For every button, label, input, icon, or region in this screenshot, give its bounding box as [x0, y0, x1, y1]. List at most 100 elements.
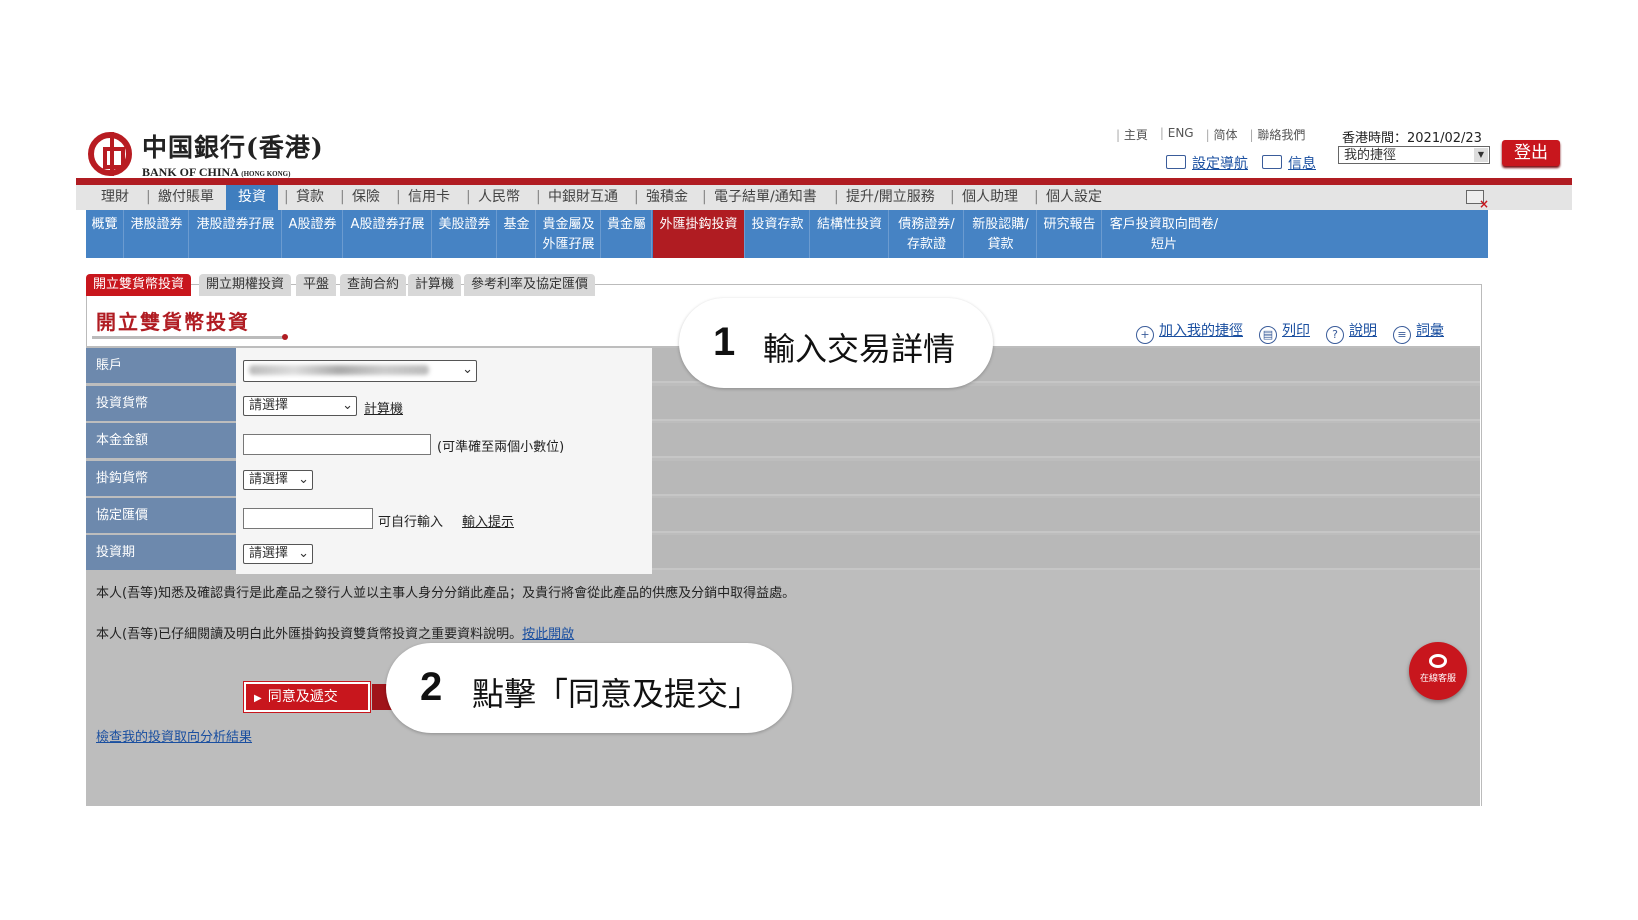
logo-english: BANK OF CHINA	[142, 165, 239, 179]
tab-close-position[interactable]: 平盤	[296, 274, 337, 296]
chevron-down-icon: ⌄	[298, 546, 309, 561]
main-tab-boc-connect[interactable]: 中銀財互通	[536, 185, 618, 210]
sub-tab-metal-fx-margin[interactable]: 貴金屬及 外匯孖展	[537, 210, 601, 258]
chevron-down-icon: ⌄	[298, 472, 309, 487]
hide-nav-icon[interactable]	[1466, 190, 1489, 211]
shortcut-select[interactable]: 我的捷徑 ▼	[1338, 146, 1490, 164]
main-tab-mpf[interactable]: 強積金	[634, 185, 688, 210]
chevron-down-icon: ▼	[1474, 148, 1488, 162]
nav-setting-icon	[1166, 155, 1186, 169]
risk-profile-link[interactable]: 檢查我的投資取向分析結果	[96, 726, 252, 745]
sub-tab-a-shares[interactable]: A股證券	[283, 210, 343, 258]
top-links: 主頁 ENG 简体 聯絡我們	[1116, 126, 1305, 143]
message-link[interactable]: 信息	[1288, 156, 1316, 172]
tab-enquiry[interactable]: 查詢合約	[340, 274, 407, 296]
logout-button[interactable]: 登出	[1502, 140, 1560, 166]
print-icon: ▤	[1259, 326, 1277, 344]
sub-tab-research[interactable]: 研究報告	[1038, 210, 1102, 258]
calculator-link[interactable]: 計算機	[364, 398, 403, 417]
help-icon: ?	[1326, 326, 1344, 344]
callout-1-text: 輸入交易詳情	[763, 330, 956, 368]
sub-tab-investment-deposit[interactable]: 投資存款	[746, 210, 810, 258]
main-tab-assistant[interactable]: 個人助理	[950, 185, 1018, 210]
input-tip-link[interactable]: 輸入提示	[462, 511, 514, 530]
logo-chinese: 中国銀行(香港)	[142, 133, 324, 162]
currency-select[interactable]: 請選擇 ⌄	[243, 396, 357, 416]
main-tab-estatement[interactable]: 電子結單/通知書	[702, 185, 817, 210]
main-tab-loans[interactable]: 貸款	[284, 185, 324, 210]
account-select[interactable]: ⌄	[243, 360, 477, 382]
main-tab-investment[interactable]: 投資	[226, 185, 278, 210]
top-link-simplified[interactable]: 简体	[1206, 126, 1237, 143]
strike-rate-label: 協定匯價	[86, 498, 236, 533]
top-link-home[interactable]: 主頁	[1116, 126, 1148, 143]
glossary-link[interactable]: 詞彙	[1416, 323, 1444, 339]
page-title: 開立雙貨幣投資	[96, 310, 250, 334]
principal-input[interactable]	[243, 434, 431, 455]
chevron-down-icon: ⌄	[462, 362, 473, 377]
shortcut-select-value: 我的捷徑	[1344, 148, 1397, 163]
title-underline	[92, 334, 288, 340]
main-tab-rmb[interactable]: 人民幣	[466, 185, 520, 210]
main-tab-bills[interactable]: 繳付賬單	[146, 185, 214, 210]
callout-2-number: 2	[420, 665, 443, 709]
chat-icon	[1429, 654, 1447, 668]
currency-label: 投資貨幣	[86, 386, 236, 421]
main-tab-credit-card[interactable]: 信用卡	[396, 185, 450, 210]
sub-tab-ipo[interactable]: 新股認購/貸款	[965, 210, 1037, 258]
header: 中国銀行(香港) BANK OF CHINA (HONG KONG) 主頁 EN…	[76, 116, 1572, 186]
sub-tab-structured[interactable]: 結構性投資	[811, 210, 889, 258]
hk-time: 香港時間：2021/02/23	[1342, 131, 1482, 146]
tab-open-dual-currency[interactable]: 開立雙貨幣投資	[86, 274, 192, 296]
sub-tab-fx-linked[interactable]: 外匯掛鈎投資	[653, 210, 745, 258]
main-tab-insurance[interactable]: 保險	[340, 185, 380, 210]
top-link-contact[interactable]: 聯絡我們	[1249, 126, 1305, 143]
boc-logo-icon	[88, 132, 132, 176]
sub-tab-debt-securities[interactable]: 債務證券/存款證	[890, 210, 964, 258]
chevron-down-icon: ⌄	[342, 398, 353, 413]
principal-label: 本金金額	[86, 423, 236, 458]
sub-nav: 概覽 港股證券 港股證券孖展 A股證券 A股證券孖展 美股證券 基金 貴金屬及外…	[86, 210, 1488, 258]
main-nav: 理財 繳付賬單 投資 貸款 保險 信用卡 人民幣 中銀財互通 強積金 電子結單/…	[76, 185, 1572, 211]
callout-step-1: 1 輸入交易詳情	[679, 298, 993, 388]
sub-tab-questionnaire[interactable]: 客戶投資取向問卷/短片	[1103, 210, 1225, 258]
sub-tab-a-margin[interactable]: A股證券孖展	[344, 210, 432, 258]
header-divider	[76, 178, 1572, 185]
tab-reference-rates[interactable]: 參考利率及協定匯價	[464, 274, 596, 296]
callout-2-text: 點擊「同意及提交」	[472, 675, 761, 713]
tab-calculator[interactable]: 計算機	[408, 274, 462, 296]
callout-1-number: 1	[713, 320, 736, 364]
print-link[interactable]: 列印	[1282, 323, 1310, 339]
sub-tab-funds[interactable]: 基金	[498, 210, 536, 258]
tenor-select[interactable]: 請選擇 ⌄	[243, 544, 313, 564]
logo-english-suffix: (HONG KONG)	[241, 170, 291, 178]
add-icon: +	[1136, 326, 1154, 344]
sub-tab-hk-margin[interactable]: 港股證券孖展	[190, 210, 282, 258]
logo[interactable]: 中国銀行(香港) BANK OF CHINA (HONG KONG)	[88, 128, 324, 180]
sub-tab-overview[interactable]: 概覽	[86, 210, 124, 258]
disclosure-text: 本人(吾等)知悉及確認貴行是此產品之發行人並以主事人身分分銷此產品；及貴行將會從…	[96, 586, 796, 601]
linked-currency-select[interactable]: 請選擇 ⌄	[243, 470, 313, 490]
sub-tab-hk-securities[interactable]: 港股證券	[125, 210, 189, 258]
sub-tab-us-securities[interactable]: 美股證券	[433, 210, 497, 258]
strike-rate-input[interactable]	[243, 508, 373, 529]
tenor-label: 投資期	[86, 535, 236, 570]
add-shortcut-link[interactable]: 加入我的捷徑	[1159, 323, 1243, 339]
masked-account	[249, 365, 429, 375]
open-document-link[interactable]: 按此開啟	[522, 627, 574, 642]
acknowledgement-text: 本人(吾等)已仔細閱讀及明白此外匯掛鈎投資雙貨幣投資之重要資料說明。	[96, 627, 523, 642]
sub-tab-precious-metals[interactable]: 貴金屬	[602, 210, 652, 258]
main-tab-settings[interactable]: 個人設定	[1034, 185, 1102, 210]
agree-submit-button[interactable]: 同意及遞交	[244, 682, 370, 712]
envelope-icon	[1262, 155, 1282, 169]
live-chat-button[interactable]: 在線客服	[1409, 642, 1467, 700]
rate-hint: 可自行輸入	[378, 515, 444, 530]
help-link[interactable]: 說明	[1349, 323, 1377, 339]
nav-setting-link[interactable]: 設定導航	[1192, 156, 1248, 172]
top-link-eng[interactable]: ENG	[1160, 126, 1194, 143]
callout-step-2: 2 點擊「同意及提交」	[386, 643, 792, 733]
tab-open-option[interactable]: 開立期權投資	[199, 274, 292, 296]
main-tab-wealth[interactable]: 理財	[101, 185, 129, 210]
linked-currency-label: 掛鈎貨幣	[86, 461, 236, 496]
main-tab-services[interactable]: 提升/開立服務	[834, 185, 935, 210]
